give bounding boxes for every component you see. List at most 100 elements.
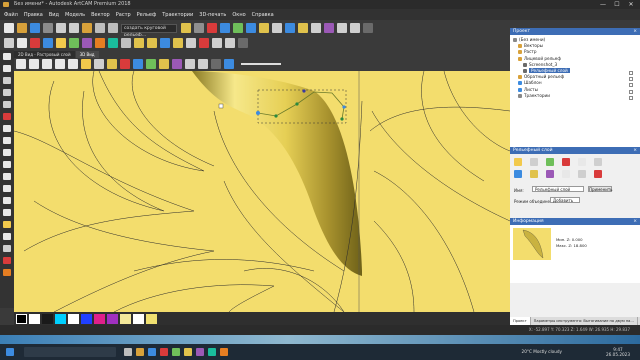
relief-tool-13-icon[interactable] <box>337 23 347 33</box>
relief-tool-5-icon[interactable] <box>233 23 243 33</box>
relief-tool-3-icon[interactable] <box>207 23 217 33</box>
color-1-icon[interactable] <box>30 38 40 48</box>
combine-mode-select[interactable]: Добавить <box>550 197 580 203</box>
swatch-white[interactable] <box>29 313 40 324</box>
eraser-icon[interactable] <box>3 113 11 120</box>
open-folder-icon[interactable] <box>17 23 27 33</box>
relief-shade-2-icon[interactable] <box>120 59 130 69</box>
sculpt-icon[interactable] <box>3 257 11 264</box>
shape-5-icon[interactable] <box>186 38 196 48</box>
swatch-blue[interactable] <box>81 313 92 324</box>
color-picker-icon[interactable] <box>3 269 11 276</box>
shape-6-icon[interactable] <box>199 38 209 48</box>
tab-2d-view[interactable]: 2D Вид - Растровый слой <box>14 51 75 58</box>
zoom-icon[interactable] <box>4 38 14 48</box>
swatch-light-yellow[interactable] <box>120 313 131 324</box>
relief-shade-5-icon[interactable] <box>159 59 169 69</box>
app-icon-5[interactable] <box>220 348 228 356</box>
pointer-icon[interactable] <box>3 53 11 60</box>
relief-shade-10-icon[interactable] <box>224 59 234 69</box>
menu-help[interactable]: Справка <box>252 12 274 18</box>
artcam-taskbar-icon[interactable] <box>184 348 192 356</box>
redo-icon[interactable] <box>108 23 118 33</box>
relief-command-dropdown[interactable]: создать круговой рельеф... <box>121 23 177 38</box>
edge-icon[interactable] <box>148 348 156 356</box>
relief-tool-12-icon[interactable] <box>324 23 334 33</box>
smooth-icon[interactable] <box>3 245 11 252</box>
shape-1-icon[interactable] <box>134 38 144 48</box>
close-icon[interactable]: × <box>633 218 637 225</box>
drop-icon[interactable] <box>3 221 11 228</box>
menu-file[interactable]: Файл <box>4 12 18 18</box>
node-edit-icon[interactable] <box>3 65 11 72</box>
color-2-icon[interactable] <box>43 38 53 48</box>
close-icon[interactable]: × <box>633 147 637 154</box>
transform-icon[interactable] <box>3 77 11 84</box>
layer-stack-icon[interactable] <box>530 170 538 178</box>
relief-shade-7-icon[interactable] <box>185 59 195 69</box>
start-icon[interactable] <box>6 348 14 356</box>
menu-window[interactable]: Окно <box>232 12 245 18</box>
swatch-primary[interactable] <box>16 313 27 324</box>
import-icon[interactable] <box>43 23 53 33</box>
3d-viewport[interactable] <box>14 71 510 312</box>
curve-icon[interactable] <box>3 149 11 156</box>
relief-shade-8-icon[interactable] <box>198 59 208 69</box>
clock[interactable]: 9:47 26.05.2023 <box>606 347 630 357</box>
relief-tool-1-icon[interactable] <box>181 23 191 33</box>
move-down-icon[interactable] <box>578 170 586 178</box>
visibility-checkbox[interactable] <box>629 83 633 88</box>
grid-icon[interactable] <box>3 89 11 96</box>
menu-bitmap[interactable]: Растр <box>116 12 131 18</box>
app-icon-2[interactable] <box>172 348 180 356</box>
tree-item[interactable]: Траектории <box>510 93 640 99</box>
cube-view-1-icon[interactable] <box>16 59 26 69</box>
menu-model[interactable]: Модель <box>65 12 85 18</box>
relief-tool-2-icon[interactable] <box>194 23 204 33</box>
color-6-icon[interactable] <box>95 38 105 48</box>
menu-relief[interactable]: Рельеф <box>137 12 157 18</box>
visibility-checkbox[interactable] <box>629 95 633 100</box>
brush-icon[interactable] <box>3 101 11 108</box>
paste-icon[interactable] <box>82 23 92 33</box>
apply-button[interactable]: Применить <box>588 186 613 192</box>
swatch-purple[interactable] <box>107 313 118 324</box>
text-icon[interactable] <box>3 209 11 216</box>
taskbar-search-box[interactable] <box>24 347 116 357</box>
merge-layer-icon[interactable] <box>546 158 554 166</box>
copy-icon[interactable] <box>69 23 79 33</box>
shape-3-icon[interactable] <box>160 38 170 48</box>
task-view-icon[interactable] <box>124 348 132 356</box>
opacity-slider[interactable] <box>241 63 281 65</box>
relief-shade-9-icon[interactable] <box>211 59 221 69</box>
rectangle-icon[interactable] <box>3 161 11 168</box>
lightbulb-icon[interactable] <box>81 59 91 69</box>
color-4-icon[interactable] <box>69 38 79 48</box>
color-3-icon[interactable] <box>56 38 66 48</box>
delete-layer-icon[interactable] <box>594 170 602 178</box>
color-7-icon[interactable] <box>108 38 118 48</box>
move-up-2-icon[interactable] <box>594 158 602 166</box>
tab-project[interactable]: Проект <box>510 317 531 325</box>
swatch-yellow[interactable] <box>146 313 157 324</box>
new-file-icon[interactable] <box>4 23 14 33</box>
close-icon[interactable]: × <box>633 28 637 35</box>
duplicate-layer-icon[interactable] <box>530 158 538 166</box>
relief-tool-7-icon[interactable] <box>259 23 269 33</box>
weather-widget[interactable]: 20°C Mostly cloudy <box>522 349 562 354</box>
shape-7-icon[interactable] <box>212 38 222 48</box>
save-icon[interactable] <box>30 23 40 33</box>
layer-name-input[interactable]: Рельефный слой <box>532 186 584 192</box>
flip-layer-icon[interactable] <box>562 158 570 166</box>
undo-icon[interactable] <box>95 23 105 33</box>
shape-2-icon[interactable] <box>147 38 157 48</box>
add-layer-icon[interactable] <box>514 158 522 166</box>
ellipse-icon[interactable] <box>3 173 11 180</box>
menu-edit[interactable]: Правка <box>24 12 43 18</box>
app-icon-1[interactable] <box>160 348 168 356</box>
minimize-button[interactable]: — <box>596 0 610 9</box>
relief-tool-11-icon[interactable] <box>311 23 321 33</box>
visibility-checkbox[interactable] <box>629 71 633 75</box>
move-up-icon[interactable] <box>578 158 586 166</box>
pencil-icon[interactable] <box>3 233 11 240</box>
